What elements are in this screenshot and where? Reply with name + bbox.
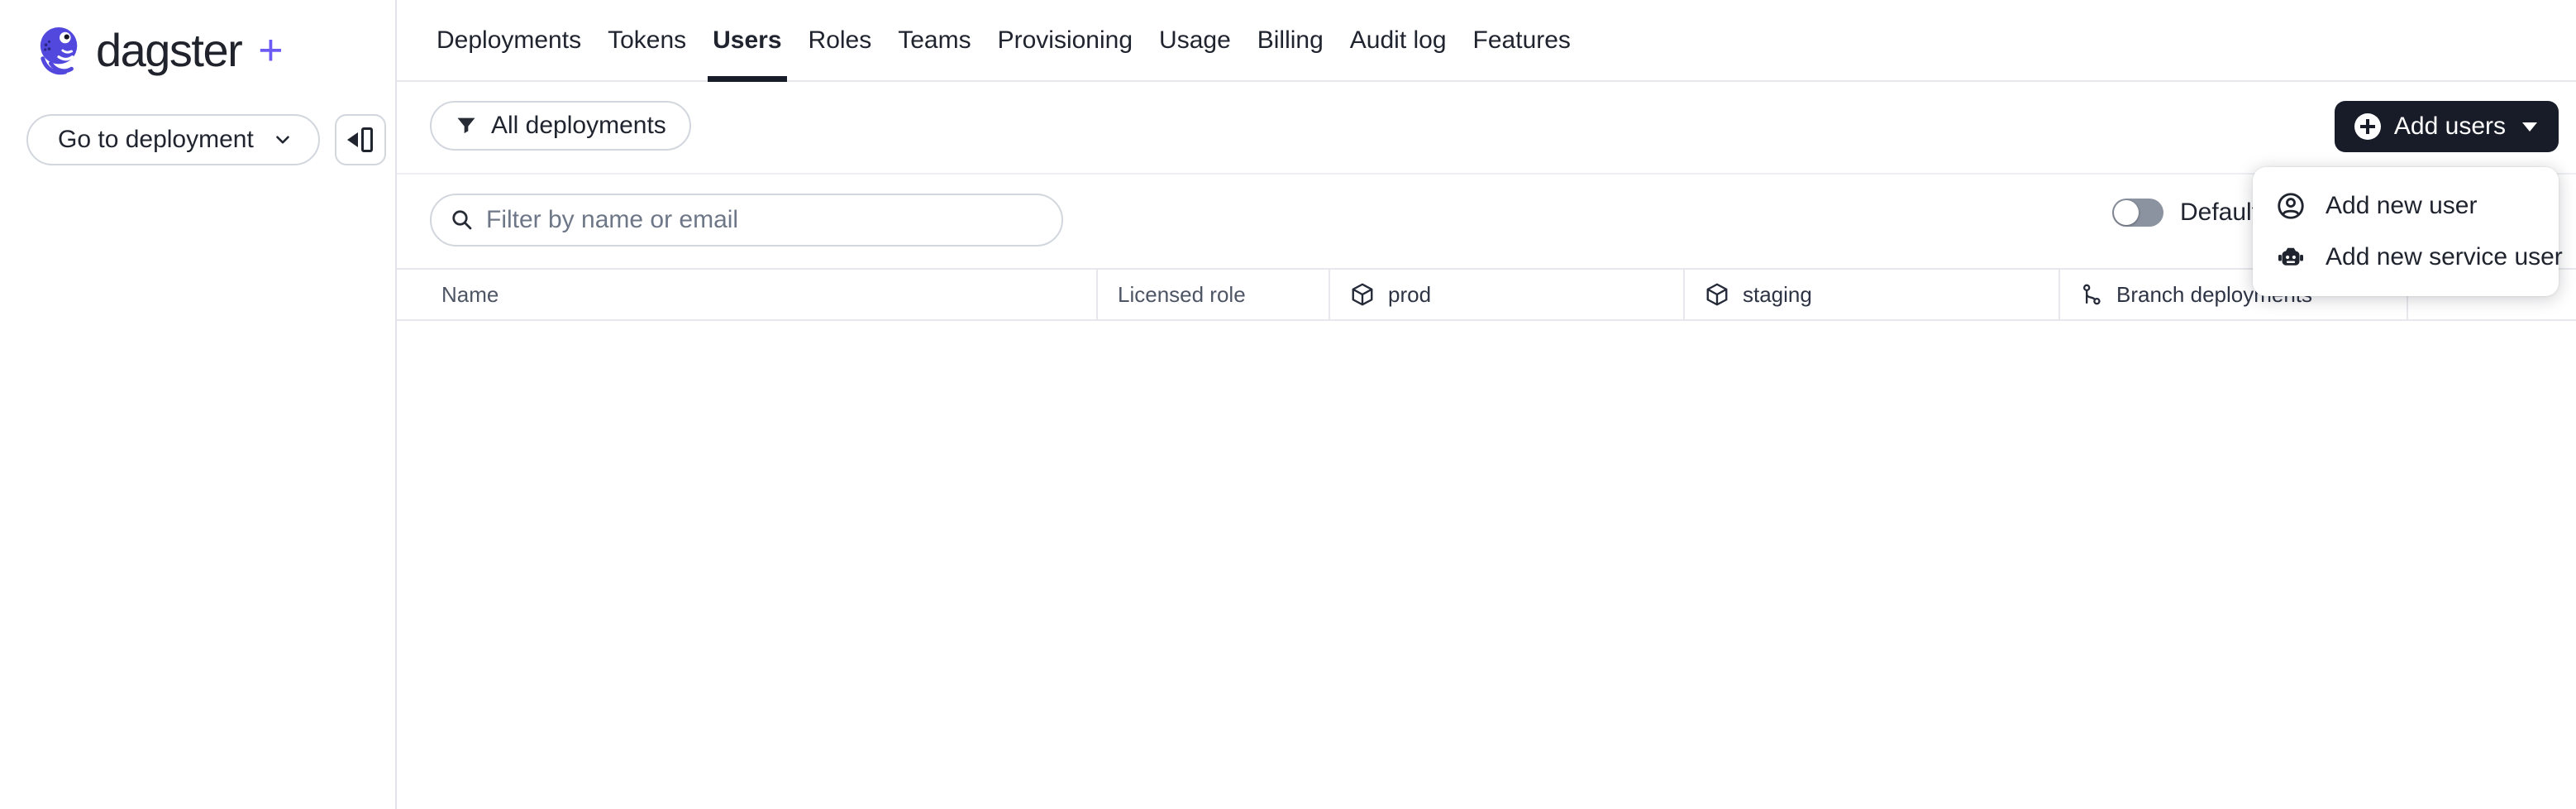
search-icon xyxy=(452,210,472,230)
add-users-label: Add users xyxy=(2393,112,2506,140)
branch-icon xyxy=(2082,284,2101,305)
nav-item-tokens[interactable]: Tokens xyxy=(608,0,686,80)
column-header-name: Name xyxy=(397,270,1096,319)
user-circle-icon xyxy=(2278,193,2304,219)
menu-item-add-new-service-user[interactable]: Add new service user xyxy=(2253,232,2563,283)
dagster-octopus-icon xyxy=(40,26,78,75)
default-toggle-row: Default xyxy=(2112,199,2259,227)
filter-funnel-icon xyxy=(457,117,475,134)
column-header-licensed-role: Licensed role xyxy=(1096,270,1329,319)
collapse-left-icon xyxy=(347,132,359,147)
chevron-down-icon xyxy=(276,136,289,144)
nav-item-users[interactable]: Users xyxy=(708,0,787,82)
logo-plus-sign: + xyxy=(258,26,284,74)
robot-icon xyxy=(2278,247,2303,266)
default-toggle-switch[interactable] xyxy=(2112,199,2163,227)
column-header-staging: staging xyxy=(1683,270,2058,319)
toolbar-separator xyxy=(397,173,2576,175)
go-to-deployment-dropdown[interactable]: Go to deployment xyxy=(26,114,320,165)
sidebar-controls: Go to deployment xyxy=(26,114,386,165)
collapse-sidebar-button[interactable] xyxy=(334,114,386,165)
default-toggle-label: Default xyxy=(2180,199,2259,226)
column-label: Licensed role xyxy=(1118,281,1246,307)
menu-item-label: Add new service user xyxy=(2326,243,2563,270)
all-deployments-filter-button[interactable]: All deployments xyxy=(430,101,691,151)
deployment-cube-icon xyxy=(1352,283,1373,306)
app-root: dagster + Go to deployment Deployments T… xyxy=(0,0,2576,809)
add-users-dropdown-menu: Add new user Add new service user xyxy=(2253,167,2563,296)
user-search xyxy=(430,194,1063,247)
sidebar-divider xyxy=(395,0,397,809)
dagster-logo[interactable]: dagster + xyxy=(36,25,284,76)
column-label: Name xyxy=(441,281,499,307)
panel-icon xyxy=(361,127,374,152)
nav-item-usage[interactable]: Usage xyxy=(1159,0,1231,80)
caret-down-icon xyxy=(2522,122,2537,132)
nav-item-audit-log[interactable]: Audit log xyxy=(1350,0,1447,80)
nav-item-provisioning[interactable]: Provisioning xyxy=(998,0,1133,80)
all-deployments-label: All deployments xyxy=(491,112,666,139)
logo-wordmark: dagster xyxy=(96,24,243,76)
nav-item-deployments[interactable]: Deployments xyxy=(436,0,581,80)
nav-item-teams[interactable]: Teams xyxy=(898,0,971,80)
org-settings-nav: Deployments Tokens Users Roles Teams Pro… xyxy=(397,0,2576,82)
column-label: prod xyxy=(1388,281,1432,307)
column-header-prod: prod xyxy=(1329,270,1683,319)
column-label: staging xyxy=(1743,281,1812,307)
menu-item-add-new-user[interactable]: Add new user xyxy=(2253,180,2559,232)
search-input[interactable] xyxy=(430,194,1063,247)
deployment-cube-icon xyxy=(1706,283,1728,306)
go-to-deployment-label: Go to deployment xyxy=(58,126,254,153)
nav-item-roles[interactable]: Roles xyxy=(809,0,872,80)
toggle-knob xyxy=(2114,200,2139,225)
menu-item-label: Add new user xyxy=(2326,192,2478,219)
add-users-button[interactable]: Add users xyxy=(2334,101,2559,152)
plus-circle-icon xyxy=(2354,113,2381,140)
nav-item-features[interactable]: Features xyxy=(1473,0,1571,80)
nav-item-billing[interactable]: Billing xyxy=(1257,0,1324,80)
users-table-header: Name Licensed role prod staging Branch d… xyxy=(397,268,2576,321)
